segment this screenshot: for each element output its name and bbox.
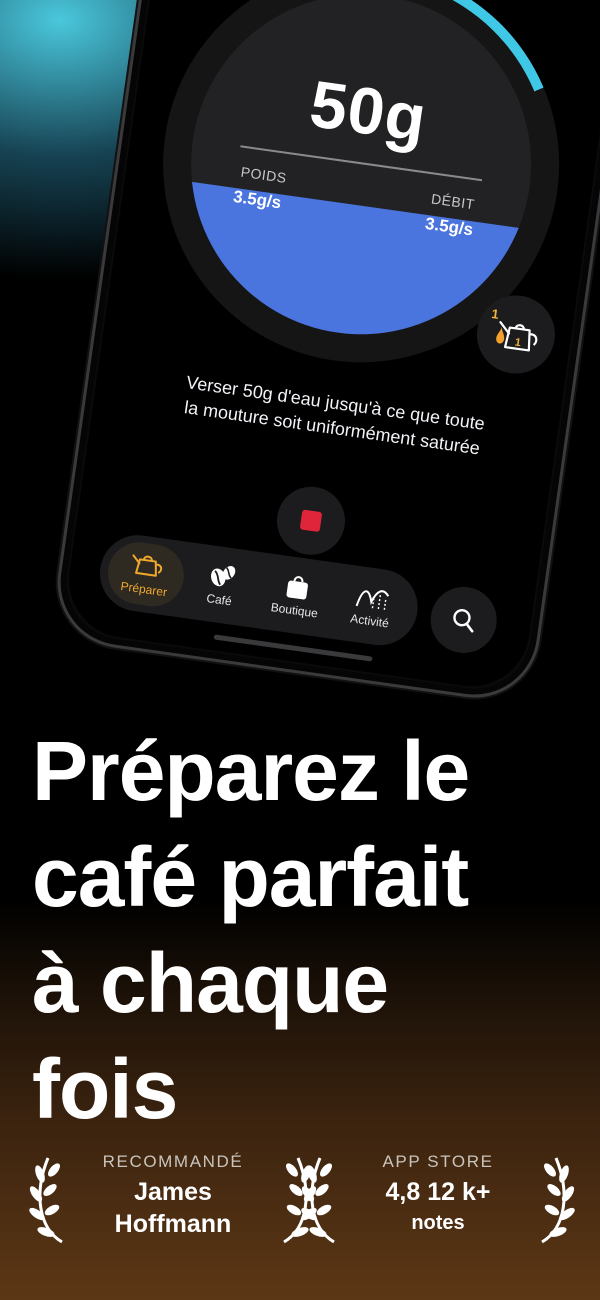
- headline-line-3: à chaque: [32, 936, 389, 1030]
- app-store-ratings-label: notes: [411, 1212, 465, 1234]
- phone-mockup: 50g POIDS 3.5g/s DÉBIT 3.5g/s 1 1 Verser…: [49, 0, 600, 707]
- flow-label: DÉBIT: [430, 190, 476, 213]
- search-icon: [453, 609, 474, 633]
- tab-activite[interactable]: Activité: [330, 570, 414, 642]
- tab-label: Activité: [349, 611, 390, 631]
- laurel-right-icon: [541, 1157, 575, 1244]
- laurel-left-icon: [29, 1157, 63, 1244]
- tab-preparer[interactable]: Préparer: [103, 538, 188, 611]
- headline-line-4: fois: [32, 1042, 178, 1136]
- recommendation-text: RECOMMANDÉ James Hoffmann: [74, 1152, 272, 1240]
- stop-icon: [299, 509, 323, 533]
- recommender-first-name: James: [134, 1178, 212, 1206]
- weight-label: POIDS: [239, 163, 288, 186]
- headline-line-1: Préparez le: [32, 724, 470, 818]
- tab-boutique[interactable]: Boutique: [255, 559, 339, 631]
- tab-bar: Préparer Café Boutique Activité: [95, 530, 423, 651]
- app-store-text: APP STORE 4,8 12 k+ notes: [346, 1152, 530, 1235]
- shopping-bag-icon: [286, 576, 308, 600]
- tab-label: Café: [205, 591, 233, 609]
- laurel-left-icon: [301, 1157, 335, 1244]
- pour-instruction: Verser 50g d'eau jusqu'à ce que toute la…: [152, 366, 515, 466]
- stop-button[interactable]: [272, 482, 350, 560]
- tab-label: Préparer: [119, 578, 168, 600]
- recommender-last-name: Hoffmann: [114, 1210, 232, 1238]
- recommendation-badge: RECOMMANDÉ James Hoffmann: [28, 1152, 318, 1252]
- activity-chart-icon: [355, 590, 390, 610]
- headline-line-2: café parfait: [32, 830, 469, 924]
- weight-readout: 50g: [305, 66, 432, 156]
- search-button[interactable]: [426, 582, 501, 658]
- kettle-icon: [132, 554, 163, 577]
- recommendation-caption: RECOMMANDÉ: [102, 1152, 244, 1171]
- tab-cafe[interactable]: Café: [179, 549, 263, 621]
- app-store-rating: 4,8 12 k+: [385, 1178, 491, 1206]
- svg-text:1: 1: [514, 336, 522, 349]
- tab-label: Boutique: [269, 600, 319, 621]
- app-store-caption: APP STORE: [382, 1152, 494, 1171]
- phone-screen: 50g POIDS 3.5g/s DÉBIT 3.5g/s 1 1 Verser…: [61, 0, 600, 694]
- marketing-headline: Préparez le café parfait à chaque fois: [32, 718, 592, 1142]
- coffee-bean-icon: [211, 566, 236, 587]
- app-store-badge: APP STORE 4,8 12 k+ notes: [300, 1152, 576, 1252]
